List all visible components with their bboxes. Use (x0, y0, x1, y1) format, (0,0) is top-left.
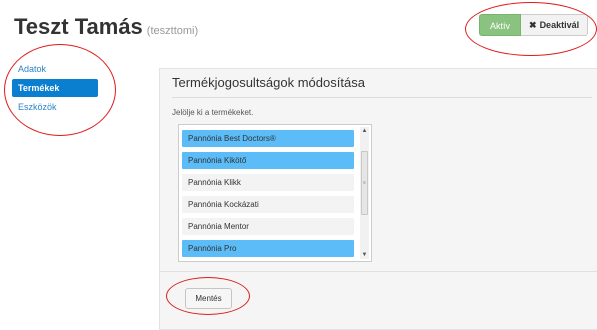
panel-title: Termékjogosultságok módosítása (172, 75, 365, 90)
divider (172, 97, 592, 98)
product-multiselect[interactable]: Pannónia Best Doctors® Pannónia Kikötő P… (178, 124, 372, 262)
user-username: (teszttomi) (146, 25, 199, 37)
product-option[interactable]: Pannónia Kockázati (182, 196, 354, 213)
scroll-thumb[interactable]: ≡ (361, 151, 368, 215)
deactivate-label: Deaktivál (539, 20, 580, 30)
user-full-name: Teszt Tamás (14, 14, 143, 39)
deactivate-button[interactable]: ✖ Deaktivál (521, 14, 589, 36)
divider (160, 271, 597, 272)
product-option[interactable]: Pannónia Klikk (182, 174, 354, 191)
product-permissions-panel: Termékjogosultságok módosítása Jelölje k… (159, 68, 597, 330)
product-option[interactable]: Pannónia Pro (182, 240, 354, 257)
scroll-down-icon[interactable]: ▼ (360, 251, 369, 259)
list-scrollbar[interactable]: ▲ ≡ ▼ (360, 127, 369, 259)
sidebar-item-termekek[interactable]: Termékek (12, 79, 98, 97)
active-status-button[interactable]: Aktív (479, 14, 522, 36)
close-icon: ✖ (529, 20, 537, 30)
scroll-up-icon[interactable]: ▲ (360, 127, 369, 135)
sidebar-item-eszkozok[interactable]: Eszközök (12, 98, 98, 116)
product-option[interactable]: Pannónia Mentor (182, 218, 354, 235)
instruction-text: Jelölje ki a termékeket. (172, 108, 254, 117)
sidebar-nav: Adatok Termékek Eszközök (12, 60, 98, 117)
status-button-group: Aktív ✖ Deaktivál (479, 14, 589, 36)
sidebar-item-adatok[interactable]: Adatok (12, 60, 98, 78)
page-title: Teszt Tamás (teszttomi) (14, 14, 198, 40)
product-option[interactable]: Pannónia Kikötő (182, 152, 354, 169)
save-button[interactable]: Mentés (185, 288, 232, 309)
product-option[interactable]: Pannónia Best Doctors® (182, 130, 354, 147)
